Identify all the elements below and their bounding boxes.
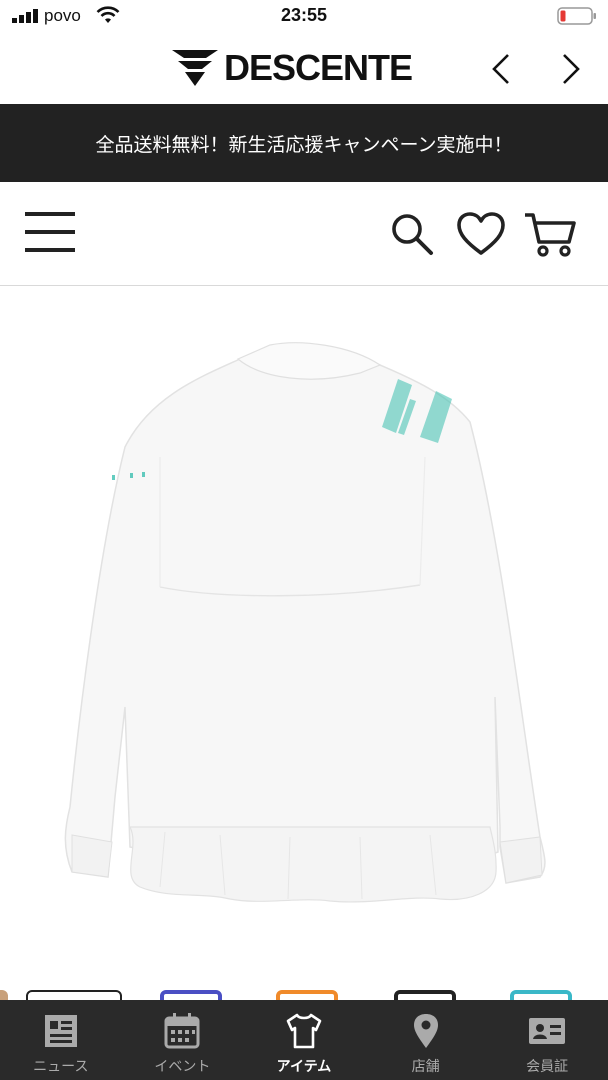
tab-stores[interactable]: 店舗 (365, 1000, 487, 1080)
hamburger-menu-icon[interactable] (25, 210, 75, 254)
location-pin-icon (413, 1014, 438, 1048)
promo-text: 全品送料無料！新生活応援キャンペーン実施中！ (95, 133, 513, 156)
descente-logo-mark-icon (172, 50, 218, 86)
tab-events[interactable]: イベント (122, 1000, 244, 1080)
news-icon (44, 1015, 77, 1047)
tab-label: 会員証 (526, 1059, 569, 1075)
bottom-tab-bar: ニュース イベント アイテム 店舗 会員証 (0, 1000, 608, 1080)
product-image[interactable] (0, 287, 608, 987)
descente-logo[interactable]: DESCENTE (172, 47, 413, 88)
chevron-left-icon[interactable] (488, 52, 516, 86)
tab-label: 店舗 (411, 1059, 440, 1075)
site-toolbar (0, 182, 608, 286)
tab-label: イベント (154, 1059, 211, 1075)
tab-news[interactable]: ニュース (0, 1000, 122, 1080)
search-icon[interactable] (390, 212, 434, 256)
tab-label: アイテム (276, 1059, 332, 1075)
tshirt-icon (286, 1013, 322, 1049)
white-jacket-back-icon (0, 287, 608, 987)
brand-name: DESCENTE (224, 47, 413, 88)
calendar-icon (164, 1013, 200, 1049)
status-time: 23:55 (280, 5, 328, 25)
member-card-icon (529, 1018, 566, 1044)
cart-icon[interactable] (524, 212, 576, 258)
tab-member-card[interactable]: 会員証 (486, 1000, 608, 1080)
brand-header: DESCENTE (0, 34, 608, 104)
tab-label: ニュース (33, 1059, 89, 1075)
heart-icon[interactable] (456, 212, 506, 256)
promo-banner[interactable]: 全品送料無料！新生活応援キャンペーン実施中！ (0, 104, 608, 182)
battery-icon (557, 7, 596, 25)
chevron-right-icon[interactable] (556, 52, 584, 86)
tab-items[interactable]: アイテム (243, 1000, 365, 1080)
status-bar: povo 23:55 (0, 0, 608, 34)
